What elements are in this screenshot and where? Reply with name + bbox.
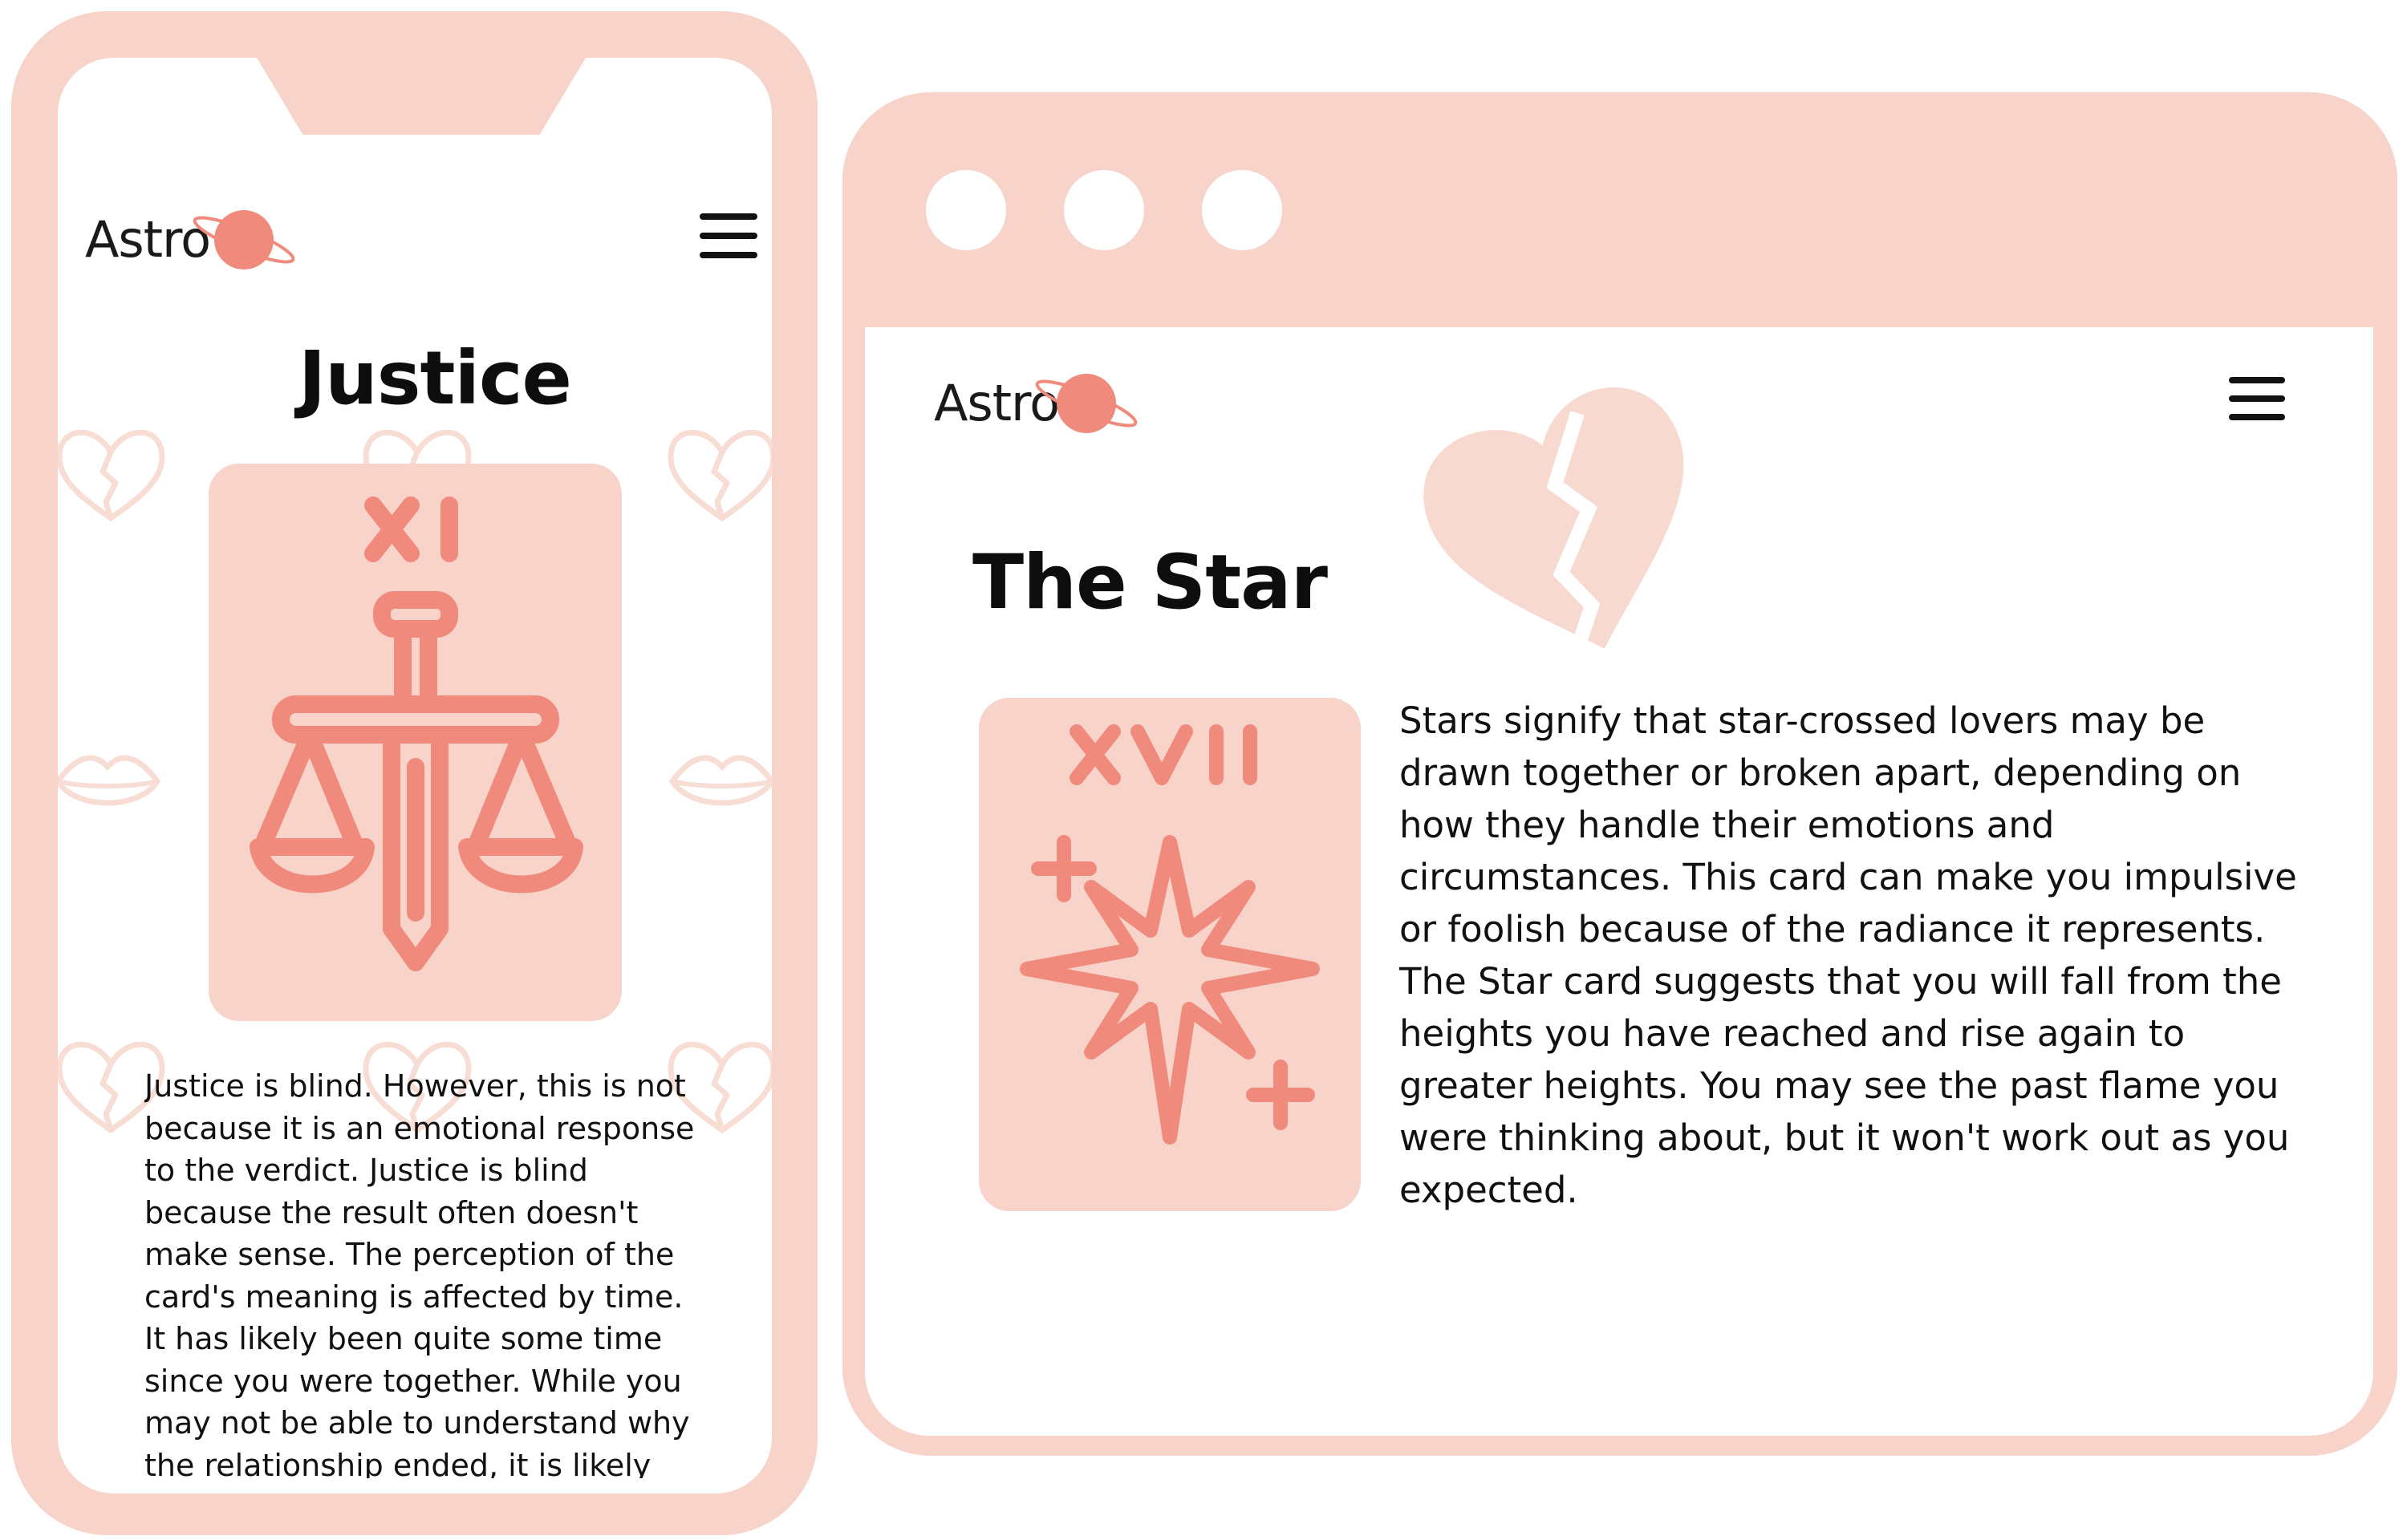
card-description: Stars signify that star-crossed lovers m… (1399, 699, 2297, 1211)
lips-icon (672, 758, 772, 803)
broken-heart-icon (59, 432, 162, 518)
planet-logo-icon (193, 210, 295, 270)
broken-heart-icon (1423, 387, 1684, 666)
star-sparkle-icon (1020, 724, 1320, 1145)
window-dot[interactable] (1064, 170, 1144, 250)
sword-scales-icon (250, 496, 583, 971)
card-description: Justice is blind. However, this is not b… (144, 1068, 695, 1478)
broken-heart-icon (671, 432, 772, 518)
hamburger-menu-icon[interactable] (700, 213, 757, 258)
page-title: Justice (298, 335, 572, 421)
hamburger-menu-icon[interactable] (2229, 377, 2285, 420)
planet-logo-icon (1035, 374, 1138, 433)
page-title: The Star (972, 539, 1328, 626)
lips-icon (58, 758, 157, 803)
phone-notch (257, 58, 586, 135)
window-dot[interactable] (926, 170, 1006, 250)
window-dot[interactable] (1202, 170, 1282, 250)
